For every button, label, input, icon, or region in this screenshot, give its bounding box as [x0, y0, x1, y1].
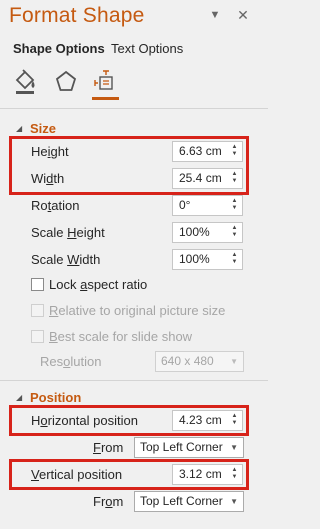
rotation-label: Rotation	[31, 198, 80, 213]
resolution-value: 640 x 480	[161, 354, 214, 368]
tab-shape-options[interactable]: Shape Options	[13, 41, 105, 57]
size-properties-icon[interactable]	[92, 67, 120, 97]
vertical-position-spinner[interactable]: 3.12 cm ▲ ▼	[172, 464, 243, 485]
size-section-title[interactable]: Size	[30, 121, 56, 136]
vertical-position-value: 3.12 cm	[179, 467, 222, 481]
resolution-label: Resolution	[40, 354, 102, 369]
effects-icon[interactable]	[52, 67, 80, 97]
width-label: Width	[31, 171, 65, 186]
vertical-position-label: Vertical position	[31, 467, 123, 482]
active-category-underline	[92, 97, 119, 100]
width-value: 25.4 cm	[179, 171, 222, 185]
width-spinner[interactable]: 25.4 cm ▲ ▼	[172, 168, 243, 189]
horizontal-position-label: Horizontal position	[31, 413, 138, 428]
scale-width-value: 100%	[179, 252, 210, 266]
spin-arrows-icon[interactable]: ▲ ▼	[230, 413, 239, 428]
chevron-down-icon: ▼	[230, 443, 238, 452]
chevron-down-icon: ▼	[230, 357, 238, 366]
spin-arrows-icon[interactable]: ▲ ▼	[230, 144, 239, 159]
relative-original-label: Relative to original picture size	[49, 303, 226, 318]
fill-line-icon[interactable]	[11, 67, 39, 97]
lock-aspect-checkbox[interactable]	[31, 278, 44, 291]
height-spinner[interactable]: 6.63 cm ▲ ▼	[172, 141, 243, 162]
divider	[0, 380, 268, 381]
vertical-from-label: From	[93, 494, 124, 509]
height-value: 6.63 cm	[179, 144, 222, 158]
best-scale-label: Best scale for slide show	[49, 329, 193, 344]
tab-text-options[interactable]: Text Options	[111, 41, 183, 57]
spin-arrows-icon[interactable]: ▲ ▼	[230, 467, 239, 482]
divider	[0, 108, 268, 109]
horizontal-position-spinner[interactable]: 4.23 cm ▲ ▼	[172, 410, 243, 431]
scale-width-label: Scale Width	[31, 252, 101, 267]
relative-original-checkbox	[31, 304, 44, 317]
rotation-spinner[interactable]: 0° ▲ ▼	[172, 195, 243, 216]
pane-title: Format Shape	[9, 4, 145, 27]
spin-arrows-icon[interactable]: ▲ ▼	[230, 171, 239, 186]
collapse-triangle-icon[interactable]: ◢	[16, 124, 22, 133]
horizontal-from-value: Top Left Corner	[140, 440, 223, 454]
resolution-dropdown: 640 x 480 ▼	[155, 351, 244, 372]
spin-arrows-icon[interactable]: ▲ ▼	[230, 225, 239, 240]
scale-height-label: Scale Height	[31, 225, 105, 240]
scale-height-value: 100%	[179, 225, 210, 239]
lock-aspect-label[interactable]: Lock aspect ratio	[49, 277, 147, 293]
best-scale-checkbox	[31, 330, 44, 343]
horizontal-from-dropdown[interactable]: Top Left Corner ▼	[134, 437, 244, 458]
scale-width-spinner[interactable]: 100% ▲ ▼	[172, 249, 243, 270]
horizontal-position-value: 4.23 cm	[179, 413, 222, 427]
spin-arrows-icon[interactable]: ▲ ▼	[230, 252, 239, 267]
pane-options-chevron-icon[interactable]: ▼	[208, 8, 222, 22]
chevron-down-icon: ▼	[230, 497, 238, 506]
scale-height-spinner[interactable]: 100% ▲ ▼	[172, 222, 243, 243]
position-section-title[interactable]: Position	[30, 390, 81, 405]
vertical-from-dropdown[interactable]: Top Left Corner ▼	[134, 491, 244, 512]
collapse-triangle-icon[interactable]: ◢	[16, 393, 22, 402]
rotation-value: 0°	[179, 198, 191, 212]
height-label: Height	[31, 144, 69, 159]
close-icon[interactable]: ✕	[236, 8, 250, 22]
vertical-from-value: Top Left Corner	[140, 494, 223, 508]
horizontal-from-label: From	[93, 440, 124, 455]
spin-arrows-icon[interactable]: ▲ ▼	[230, 198, 239, 213]
